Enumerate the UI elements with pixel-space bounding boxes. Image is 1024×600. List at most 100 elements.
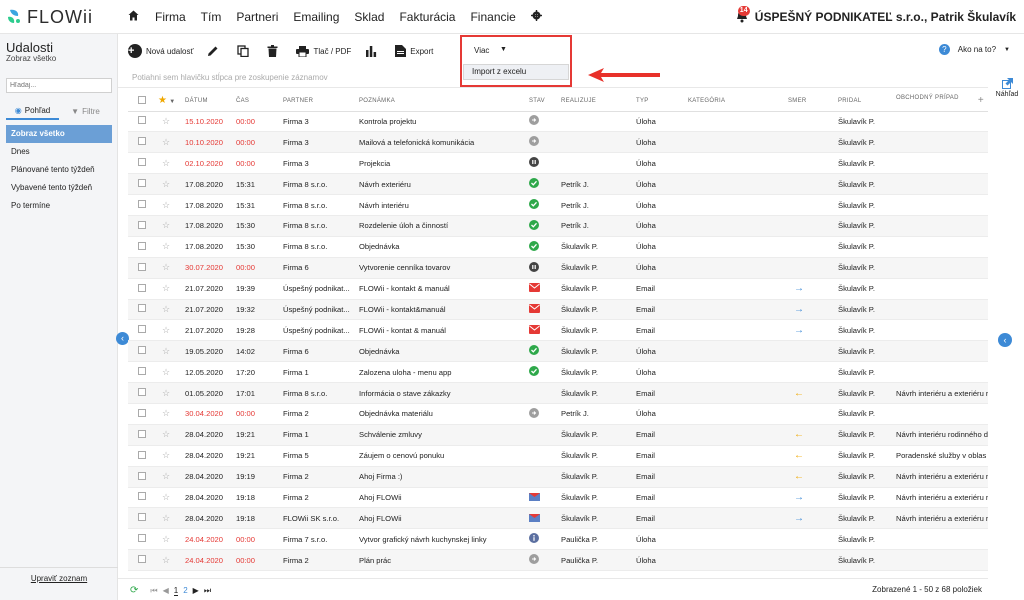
nav-partneri[interactable]: Partneri xyxy=(236,10,278,24)
table-row[interactable]: ☆ 01.05.2020 17:01 Firma 8 s.r.o. Inform… xyxy=(128,382,988,404)
table-row[interactable]: ☆ 21.07.2020 19:39 Úspešný podnikat... F… xyxy=(128,278,988,300)
table-row[interactable]: ☆ 24.04.2020 00:00 Firma 2 Plán prác Pau… xyxy=(128,549,988,572)
nav-fakturacia[interactable]: Fakturácia xyxy=(399,10,455,24)
row-star-icon[interactable]: ☆ xyxy=(152,403,185,425)
tab-filter[interactable]: ▼ Filtre xyxy=(59,102,112,120)
column-header-category[interactable]: KATEGÓRIA xyxy=(688,91,788,112)
table-row[interactable]: ☆ 30.07.2020 00:00 Firma 6 Vytvorenie ce… xyxy=(128,257,988,279)
chart-button[interactable] xyxy=(365,45,381,57)
row-star-icon[interactable]: ☆ xyxy=(152,299,185,321)
nav-tim[interactable]: Tím xyxy=(201,10,222,24)
nav-financie[interactable]: Financie xyxy=(470,10,515,24)
column-header-added-by[interactable]: PRIDAL xyxy=(838,91,896,112)
collapse-preview-button[interactable]: ‹ xyxy=(998,333,1012,347)
help-button[interactable]: ? Ako na to? ▼ xyxy=(938,44,1010,55)
row-star-icon[interactable]: ☆ xyxy=(152,466,185,488)
row-checkbox[interactable] xyxy=(128,111,152,133)
row-star-icon[interactable]: ☆ xyxy=(152,131,185,154)
row-star-icon[interactable]: ☆ xyxy=(152,152,185,175)
row-checkbox[interactable] xyxy=(128,173,152,196)
column-header-note[interactable]: POZNÁMKA xyxy=(359,91,529,112)
column-header-date[interactable]: DÁTUM xyxy=(185,91,236,112)
delete-button[interactable] xyxy=(267,45,282,57)
row-star-icon[interactable]: ☆ xyxy=(152,487,185,509)
row-checkbox[interactable] xyxy=(128,257,152,279)
column-header-time[interactable]: ČAS xyxy=(236,91,283,112)
table-row[interactable]: ☆ 28.04.2020 19:18 FLOWii SK s.r.o. Ahoj… xyxy=(128,507,988,530)
prev-page-icon[interactable]: ◀ xyxy=(163,586,169,595)
row-star-icon[interactable]: ☆ xyxy=(152,173,185,196)
nav-sklad[interactable]: Sklad xyxy=(354,10,384,24)
column-header-case[interactable]: OBCHODNÝ PRÍPAD + xyxy=(896,91,988,112)
nav-firma[interactable]: Firma xyxy=(155,10,186,24)
row-star-icon[interactable]: ☆ xyxy=(152,340,185,363)
row-star-icon[interactable]: ☆ xyxy=(152,319,185,342)
row-checkbox[interactable] xyxy=(128,215,152,237)
edit-list-link[interactable]: Upraviť zoznam xyxy=(0,574,118,583)
column-header-type[interactable]: TYP xyxy=(636,91,688,112)
row-checkbox[interactable] xyxy=(128,382,152,404)
row-checkbox[interactable] xyxy=(128,194,152,216)
table-row[interactable]: ☆ 28.04.2020 19:18 Firma 2 Ahoj FLOWii Š… xyxy=(128,487,988,509)
row-star-icon[interactable]: ☆ xyxy=(152,361,185,384)
table-row[interactable]: ☆ 17.08.2020 15:30 Firma 8 s.r.o. Objedn… xyxy=(128,236,988,258)
import-excel-menu-item[interactable]: Import z excelu xyxy=(463,64,569,80)
add-column-icon[interactable]: + xyxy=(978,95,984,106)
table-row[interactable]: ☆ 17.08.2020 15:31 Firma 8 s.r.o. Návrh … xyxy=(128,194,988,216)
table-row[interactable]: ☆ 17.08.2020 15:30 Firma 8 s.r.o. Rozdel… xyxy=(128,215,988,237)
refresh-icon[interactable]: ⟳ xyxy=(130,585,138,596)
settings-gear-icon[interactable] xyxy=(530,10,542,24)
row-star-icon[interactable]: ☆ xyxy=(152,507,185,530)
row-star-icon[interactable]: ☆ xyxy=(152,382,185,404)
print-button[interactable]: Tlač / PDF xyxy=(296,45,351,57)
row-star-icon[interactable]: ☆ xyxy=(152,424,185,446)
first-page-icon[interactable]: ⏮ xyxy=(150,586,157,596)
row-checkbox[interactable] xyxy=(128,152,152,175)
table-row[interactable]: ☆ 12.05.2020 17:20 Firma 1 Zalozena uloh… xyxy=(128,361,988,384)
row-star-icon[interactable]: ☆ xyxy=(152,194,185,216)
sidebar-item-overdue[interactable]: Po termíne xyxy=(6,197,112,215)
row-checkbox[interactable] xyxy=(128,424,152,446)
page-2[interactable]: 2 xyxy=(183,586,187,595)
new-event-button[interactable]: + Nová udalosť xyxy=(128,44,193,58)
row-checkbox[interactable] xyxy=(128,528,152,551)
table-row[interactable]: ☆ 02.10.2020 00:00 Firma 3 Projekcia Úlo… xyxy=(128,152,988,175)
notification-bell-icon[interactable]: 14 xyxy=(735,6,751,25)
row-checkbox[interactable] xyxy=(128,236,152,258)
tab-view[interactable]: ◉ Pohľad xyxy=(6,102,59,120)
table-row[interactable]: ☆ 17.08.2020 15:31 Firma 8 s.r.o. Návrh … xyxy=(128,173,988,196)
preview-button[interactable]: Náhľad xyxy=(994,78,1020,98)
sidebar-search-input[interactable] xyxy=(6,78,112,93)
row-checkbox[interactable] xyxy=(128,487,152,509)
export-button[interactable]: Export xyxy=(395,45,433,57)
row-star-icon[interactable]: ☆ xyxy=(152,215,185,237)
nav-emailing[interactable]: Emailing xyxy=(293,10,339,24)
home-icon[interactable] xyxy=(128,10,139,24)
row-star-icon[interactable]: ☆ xyxy=(152,528,185,551)
row-star-icon[interactable]: ☆ xyxy=(152,236,185,258)
page-1[interactable]: 1 xyxy=(173,586,179,596)
row-checkbox[interactable] xyxy=(128,278,152,300)
table-row[interactable]: ☆ 21.07.2020 19:28 Úspešný podnikat... F… xyxy=(128,319,988,342)
row-checkbox[interactable] xyxy=(128,466,152,488)
table-row[interactable]: ☆ 30.04.2020 00:00 Firma 2 Objednávka ma… xyxy=(128,403,988,425)
row-checkbox[interactable] xyxy=(128,445,152,467)
last-page-icon[interactable]: ⏭ xyxy=(204,586,211,596)
row-checkbox[interactable] xyxy=(128,340,152,363)
row-checkbox[interactable] xyxy=(128,299,152,321)
table-row[interactable]: ☆ 21.07.2020 19:32 Úspešný podnikat... F… xyxy=(128,299,988,321)
column-header-partner[interactable]: PARTNER xyxy=(283,91,359,112)
table-row[interactable]: ☆ 28.04.2020 19:21 Firma 1 Schválenie zm… xyxy=(128,424,988,446)
table-row[interactable]: ☆ 15.10.2020 00:00 Firma 3 Kontrola proj… xyxy=(128,111,988,133)
row-star-icon[interactable]: ☆ xyxy=(152,445,185,467)
sidebar-item-show-all[interactable]: Zobraz všetko xyxy=(6,125,112,143)
table-row[interactable]: ☆ 24.04.2020 00:00 Firma 7 s.r.o. Vytvor… xyxy=(128,528,988,551)
sidebar-item-planned-week[interactable]: Plánované tento týždeň xyxy=(6,161,112,179)
row-checkbox[interactable] xyxy=(128,131,152,154)
row-checkbox[interactable] xyxy=(128,403,152,425)
company-account[interactable]: 14 ÚSPEŠNÝ PODNIKATEĽ s.r.o., Patrik Šku… xyxy=(735,6,1016,25)
row-checkbox[interactable] xyxy=(128,361,152,384)
row-star-icon[interactable]: ☆ xyxy=(152,549,185,572)
table-row[interactable]: ☆ 28.04.2020 19:21 Firma 5 Záujem o ceno… xyxy=(128,445,988,467)
row-star-icon[interactable]: ☆ xyxy=(152,278,185,300)
